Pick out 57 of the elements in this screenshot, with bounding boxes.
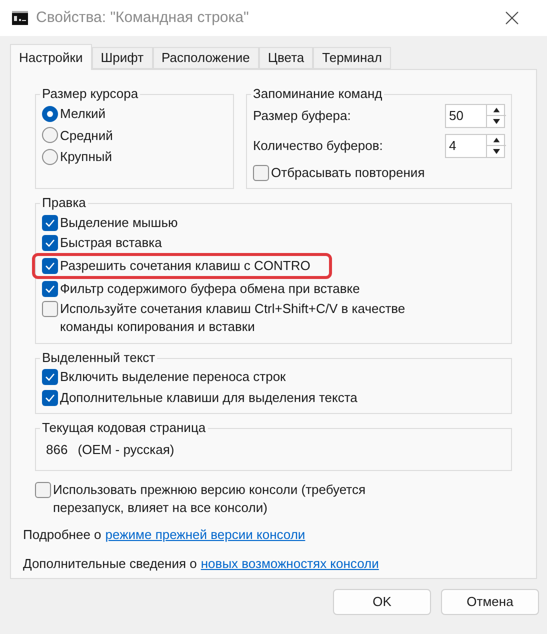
group-title: Запоминание команд xyxy=(252,86,384,102)
checkmark-icon xyxy=(45,394,55,402)
checkbox-label: Дополнительные клавиши для выделения текста xyxy=(60,389,358,407)
code-page-name: (OEM - русская) xyxy=(78,441,174,459)
checkbox-label: Используйте сочетания клавиш Ctrl+Shift+C/V в качестве команды копирования и вставки xyxy=(60,300,406,336)
tab[interactable]: Настройки xyxy=(10,44,92,70)
radio-label: Крупный xyxy=(60,148,112,166)
radio-button[interactable] xyxy=(42,148,58,165)
checkbox[interactable] xyxy=(42,235,58,251)
field-label: Количество буферов: xyxy=(253,137,383,156)
number-spinner[interactable]: 4 xyxy=(445,134,505,158)
info-text: Дополнительные сведения о xyxy=(23,555,197,573)
checkbox-label: Разрешить сочетания клавиш с CONTRO xyxy=(60,257,310,275)
dialog-button[interactable]: OK xyxy=(333,589,431,615)
checkbox[interactable] xyxy=(42,369,58,385)
checkmark-icon xyxy=(45,262,55,270)
radio-label: Мелкий xyxy=(60,105,106,123)
tab[interactable]: Терминал xyxy=(313,47,391,69)
up-arrow-icon[interactable] xyxy=(487,105,506,116)
checkbox[interactable] xyxy=(42,258,58,274)
checkbox-label: Отбрасывать повторения xyxy=(271,164,425,182)
tab[interactable]: Шрифт xyxy=(92,47,153,69)
close-icon[interactable] xyxy=(505,11,519,25)
checkbox-label: Быстрая вставка xyxy=(60,234,162,252)
checkmark-icon xyxy=(45,239,55,247)
field-label: Размер буфера: xyxy=(253,107,351,126)
checkmark-icon xyxy=(45,285,55,293)
help-link[interactable]: режиме прежней версии консоли xyxy=(105,524,306,544)
checkbox-label: Выделение мышью xyxy=(60,214,178,232)
checkbox-label: Использовать прежнюю версию консоли (требуется перезапуск, влияет на все консоли) xyxy=(53,480,367,516)
group-title: Выделенный текст xyxy=(41,350,156,366)
terminal-icon xyxy=(12,11,28,25)
group-title: Текущая кодовая страница xyxy=(41,420,207,436)
info-text: Подробнее о xyxy=(23,526,102,544)
help-link[interactable]: новых возможностях консоли xyxy=(200,554,379,574)
checkmark-icon xyxy=(45,219,55,227)
number-spinner[interactable]: 50 xyxy=(445,104,505,128)
checkbox[interactable] xyxy=(253,165,269,181)
window-title: Свойства: "Командная строка" xyxy=(36,8,250,28)
radio-button[interactable] xyxy=(42,106,58,122)
tab[interactable]: Расположение xyxy=(152,47,259,69)
checkbox[interactable] xyxy=(35,482,51,498)
checkbox[interactable] xyxy=(42,215,58,231)
checkmark-icon xyxy=(45,373,55,381)
checkbox[interactable] xyxy=(42,301,58,317)
radio-label: Средний xyxy=(60,126,113,145)
tab[interactable]: Цвета xyxy=(258,47,314,69)
dialog-button[interactable]: Отмена xyxy=(441,589,539,615)
group-title: Размер курсора xyxy=(41,86,140,102)
group-title: Правка xyxy=(41,195,87,211)
checkbox[interactable] xyxy=(42,390,58,406)
checkbox-label: Фильтр содержимого буфера обмена при вставке xyxy=(60,280,360,298)
checkbox-label: Включить выделение переноса строк xyxy=(60,368,286,386)
radio-button[interactable] xyxy=(42,127,58,144)
up-arrow-icon[interactable] xyxy=(487,135,506,146)
code-page-number: 866 xyxy=(46,441,68,459)
checkbox[interactable] xyxy=(42,281,58,297)
